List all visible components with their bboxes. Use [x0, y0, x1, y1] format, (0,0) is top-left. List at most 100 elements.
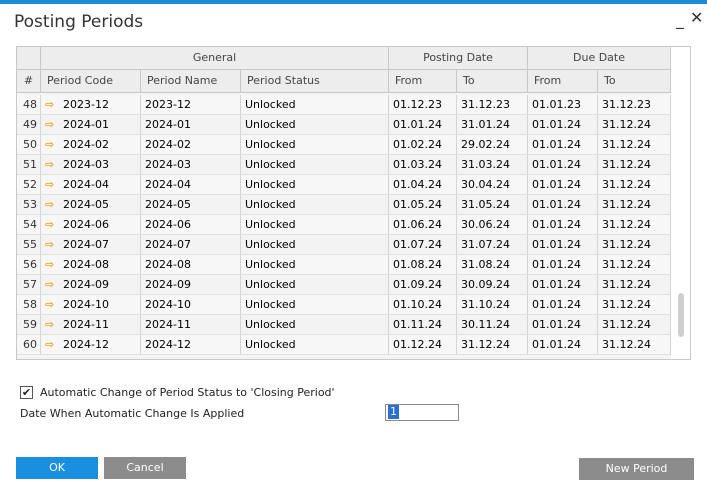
- cell-pto[interactable]: 29.02.24: [457, 135, 528, 154]
- table-row[interactable]: 53 ⇨ 2024-05 2024-05 Unlocked 01.05.24 31.05.2…: [17, 195, 671, 215]
- col-header-posting-to[interactable]: To: [457, 70, 528, 92]
- cell-dto[interactable]: 31.12.24: [598, 335, 671, 354]
- cell-code[interactable]: ⇨ 2024-12: [41, 335, 141, 354]
- cell-pfrom[interactable]: 01.04.24: [389, 175, 457, 194]
- cell-pfrom[interactable]: 01.02.24: [389, 135, 457, 154]
- cell-dfrom[interactable]: 01.01.24: [528, 255, 598, 274]
- cell-pfrom[interactable]: 01.12.23: [389, 95, 457, 114]
- link-arrow-icon[interactable]: ⇨: [45, 335, 59, 354]
- cell-pfrom[interactable]: 01.03.24: [389, 155, 457, 174]
- cell-name[interactable]: 2024-02: [141, 135, 241, 154]
- cell-name[interactable]: 2024-04: [141, 175, 241, 194]
- cell-code[interactable]: ⇨ 2024-04: [41, 175, 141, 194]
- table-row[interactable]: 58 ⇨ 2024-10 2024-10 Unlocked 01.10.24 31.10.2…: [17, 295, 671, 315]
- cell-name[interactable]: 2024-08: [141, 255, 241, 274]
- cell-pto[interactable]: 31.12.23: [457, 95, 528, 114]
- link-arrow-icon[interactable]: ⇨: [45, 195, 59, 214]
- cell-name[interactable]: 2024-11: [141, 315, 241, 334]
- col-header-period-code[interactable]: Period Code: [41, 70, 141, 92]
- cell-name[interactable]: 2024-01: [141, 115, 241, 134]
- col-header-number[interactable]: #: [17, 70, 41, 92]
- cell-code[interactable]: ⇨ 2024-11: [41, 315, 141, 334]
- cell-status[interactable]: Unlocked: [241, 275, 389, 294]
- cell-pto[interactable]: 31.12.24: [457, 335, 528, 354]
- cell-code[interactable]: ⇨ 2024-05: [41, 195, 141, 214]
- link-arrow-icon[interactable]: ⇨: [45, 315, 59, 334]
- new-period-button[interactable]: New Period: [579, 458, 694, 480]
- cell-pto[interactable]: 30.06.24: [457, 215, 528, 234]
- cell-code[interactable]: ⇨ 2024-09: [41, 275, 141, 294]
- link-arrow-icon[interactable]: ⇨: [45, 295, 59, 314]
- col-header-period-name[interactable]: Period Name: [141, 70, 241, 92]
- table-row[interactable]: 57 ⇨ 2024-09 2024-09 Unlocked 01.09.24 30.09.2…: [17, 275, 671, 295]
- cell-status[interactable]: Unlocked: [241, 115, 389, 134]
- vertical-scrollbar[interactable]: [672, 93, 690, 359]
- link-arrow-icon[interactable]: ⇨: [45, 235, 59, 254]
- cell-dfrom[interactable]: 01.01.24: [528, 335, 598, 354]
- cell-dfrom[interactable]: 01.01.24: [528, 235, 598, 254]
- cell-pfrom[interactable]: 01.07.24: [389, 235, 457, 254]
- cell-dfrom[interactable]: 01.01.24: [528, 215, 598, 234]
- cell-status[interactable]: Unlocked: [241, 335, 389, 354]
- table-row[interactable]: 60 ⇨ 2024-12 2024-12 Unlocked 01.12.24 31.12.2…: [17, 335, 671, 355]
- cell-pfrom[interactable]: 01.01.24: [389, 115, 457, 134]
- link-arrow-icon[interactable]: ⇨: [45, 155, 59, 174]
- cell-pto[interactable]: 31.01.24: [457, 115, 528, 134]
- cell-pto[interactable]: 30.09.24: [457, 275, 528, 294]
- cell-name[interactable]: 2024-09: [141, 275, 241, 294]
- cell-dto[interactable]: 31.12.24: [598, 255, 671, 274]
- cell-pto[interactable]: 31.10.24: [457, 295, 528, 314]
- cell-dto[interactable]: 31.12.24: [598, 315, 671, 334]
- cell-pfrom[interactable]: 01.09.24: [389, 275, 457, 294]
- link-arrow-icon[interactable]: ⇨: [45, 275, 59, 294]
- cell-name[interactable]: 2024-07: [141, 235, 241, 254]
- table-row[interactable]: 55 ⇨ 2024-07 2024-07 Unlocked 01.07.24 31.07.2…: [17, 235, 671, 255]
- cell-pto[interactable]: 31.03.24: [457, 155, 528, 174]
- cell-name[interactable]: 2023-12: [141, 95, 241, 114]
- cell-status[interactable]: Unlocked: [241, 255, 389, 274]
- cell-status[interactable]: Unlocked: [241, 135, 389, 154]
- col-header-due-from[interactable]: From: [528, 70, 598, 92]
- cell-pfrom[interactable]: 01.05.24: [389, 195, 457, 214]
- table-row[interactable]: 54 ⇨ 2024-06 2024-06 Unlocked 01.06.24 30.06.2…: [17, 215, 671, 235]
- ok-button[interactable]: OK: [16, 457, 98, 479]
- link-arrow-icon[interactable]: ⇨: [45, 255, 59, 274]
- cell-dto[interactable]: 31.12.24: [598, 275, 671, 294]
- link-arrow-icon[interactable]: ⇨: [45, 215, 59, 234]
- cell-pfrom[interactable]: 01.08.24: [389, 255, 457, 274]
- cell-code[interactable]: ⇨ 2024-07: [41, 235, 141, 254]
- col-header-due-to[interactable]: To: [598, 70, 671, 92]
- cell-code[interactable]: ⇨ 2024-06: [41, 215, 141, 234]
- cell-dfrom[interactable]: 01.01.24: [528, 295, 598, 314]
- cell-dto[interactable]: 31.12.24: [598, 155, 671, 174]
- cell-name[interactable]: 2024-10: [141, 295, 241, 314]
- cell-pfrom[interactable]: 01.06.24: [389, 215, 457, 234]
- cell-name[interactable]: 2024-06: [141, 215, 241, 234]
- cell-dto[interactable]: 31.12.24: [598, 195, 671, 214]
- close-button[interactable]: ✕: [690, 8, 703, 27]
- cell-dto[interactable]: 31.12.24: [598, 135, 671, 154]
- cell-code[interactable]: ⇨ 2024-02: [41, 135, 141, 154]
- cell-dto[interactable]: 31.12.23: [598, 95, 671, 114]
- cell-pfrom[interactable]: 01.10.24: [389, 295, 457, 314]
- col-header-posting-from[interactable]: From: [389, 70, 457, 92]
- cell-status[interactable]: Unlocked: [241, 215, 389, 234]
- cell-code[interactable]: ⇨ 2023-12: [41, 95, 141, 114]
- cell-dto[interactable]: 31.12.24: [598, 295, 671, 314]
- cell-dfrom[interactable]: 01.01.24: [528, 135, 598, 154]
- link-arrow-icon[interactable]: ⇨: [45, 175, 59, 194]
- cell-name[interactable]: 2024-05: [141, 195, 241, 214]
- cell-status[interactable]: Unlocked: [241, 155, 389, 174]
- auto-change-checkbox[interactable]: ✔: [20, 386, 33, 399]
- table-row[interactable]: 59 ⇨ 2024-11 2024-11 Unlocked 01.11.24 30.11.2…: [17, 315, 671, 335]
- cell-pto[interactable]: 30.11.24: [457, 315, 528, 334]
- cell-status[interactable]: Unlocked: [241, 95, 389, 114]
- cell-status[interactable]: Unlocked: [241, 315, 389, 334]
- cell-pto[interactable]: 31.07.24: [457, 235, 528, 254]
- cell-dfrom[interactable]: 01.01.24: [528, 315, 598, 334]
- cell-dfrom[interactable]: 01.01.23: [528, 95, 598, 114]
- cell-dfrom[interactable]: 01.01.24: [528, 155, 598, 174]
- cell-status[interactable]: Unlocked: [241, 295, 389, 314]
- table-row[interactable]: 48 ⇨ 2023-12 2023-12 Unlocked 01.12.23 31.12.2…: [17, 95, 671, 115]
- cell-dfrom[interactable]: 01.01.24: [528, 175, 598, 194]
